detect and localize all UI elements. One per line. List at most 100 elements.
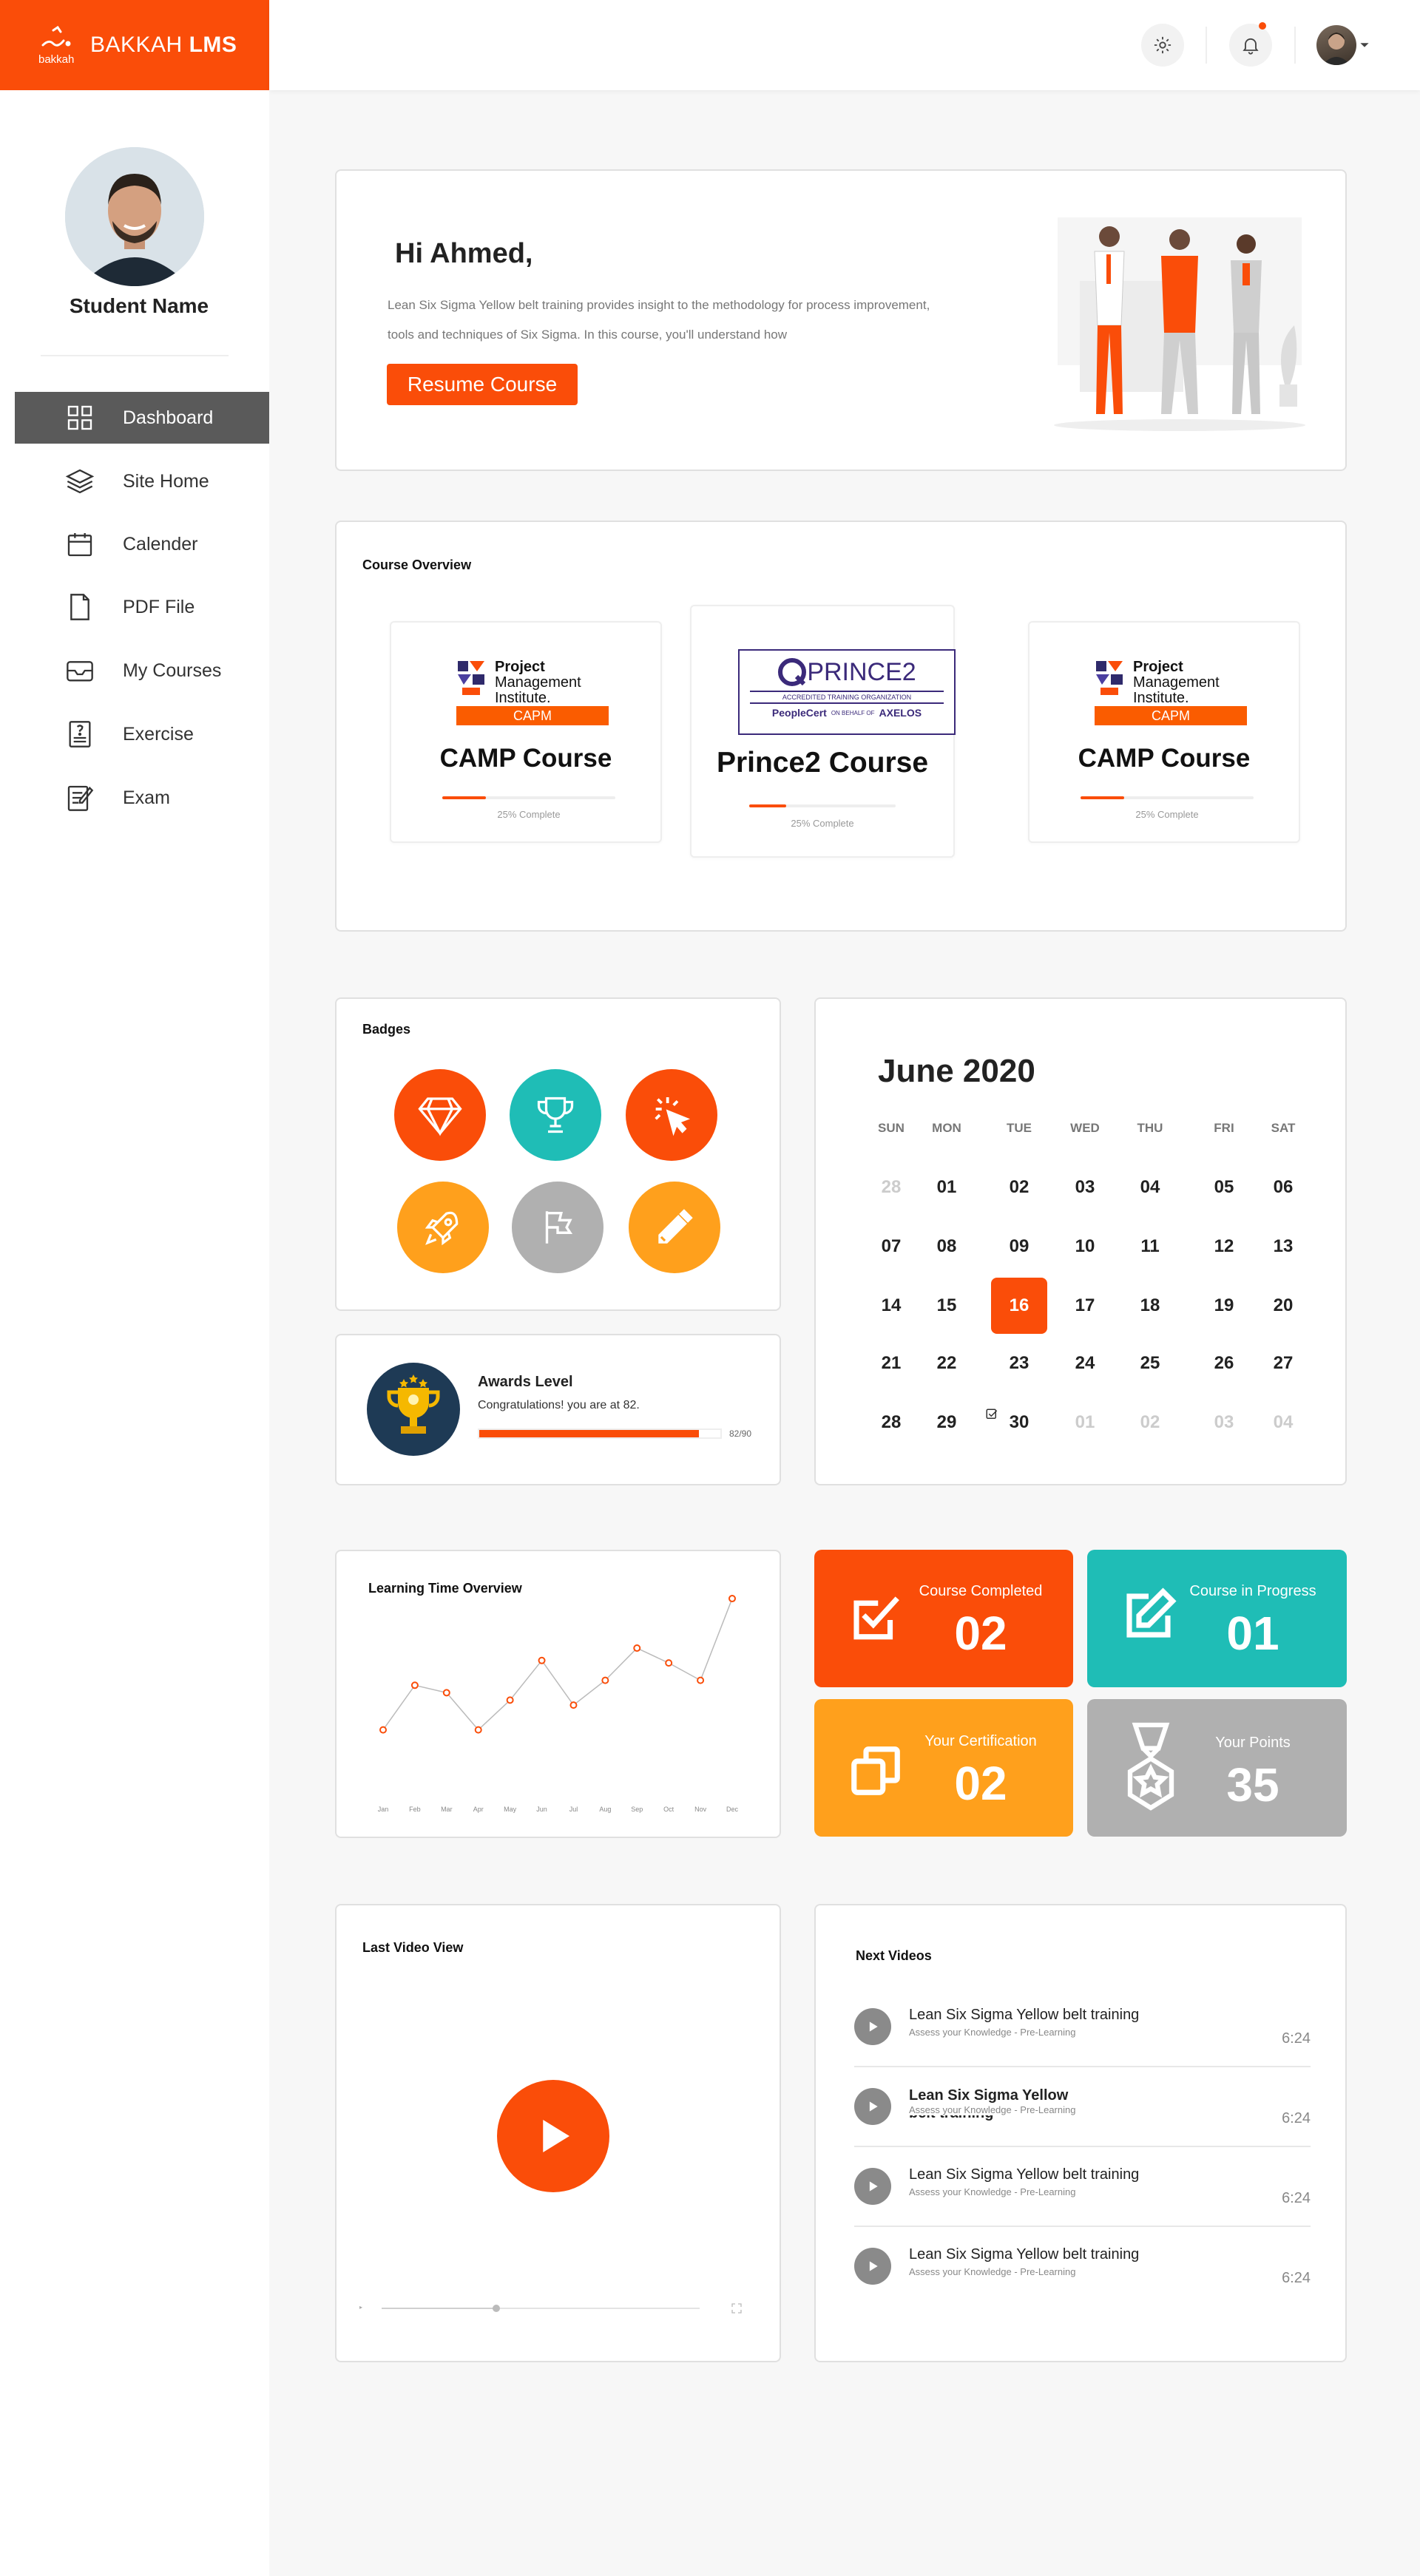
next-video-item[interactable]: Lean Six Sigma Yellow belt training Asse… xyxy=(854,2242,1311,2307)
header-divider xyxy=(1294,27,1296,64)
calendar-day[interactable]: 07 xyxy=(862,1218,921,1275)
chart-point[interactable] xyxy=(665,1659,673,1667)
calendar-day[interactable]: 12 xyxy=(1194,1218,1254,1275)
user-avatar xyxy=(1316,25,1356,65)
chart-point[interactable] xyxy=(569,1701,578,1709)
calendar-day[interactable]: 01 xyxy=(1055,1394,1115,1451)
calendar-day[interactable]: 06 xyxy=(1254,1159,1313,1216)
calendar-day[interactable]: 19 xyxy=(1194,1278,1254,1334)
resume-course-button[interactable]: Resume Course xyxy=(387,364,578,405)
next-video-item[interactable]: Lean Six Sigma Yellow belt training Asse… xyxy=(854,2162,1311,2227)
course-progress-bar xyxy=(749,804,896,807)
fullscreen-icon[interactable] xyxy=(731,2302,743,2314)
calendar-day[interactable]: 24 xyxy=(1055,1335,1115,1392)
stat-your-points[interactable]: Your Points 35 xyxy=(1087,1699,1347,1837)
calendar-day[interactable]: 14 xyxy=(862,1278,921,1334)
chart-point[interactable] xyxy=(506,1696,514,1704)
calendar-day[interactable]: 08 xyxy=(917,1218,976,1275)
chart-point[interactable] xyxy=(410,1681,419,1689)
calendar-day[interactable]: 21 xyxy=(862,1335,921,1392)
calendar-day[interactable]: 30 xyxy=(990,1394,1049,1451)
sidebar-item-my-courses[interactable]: My Courses xyxy=(15,645,269,696)
sidebar-item-exercise[interactable]: Exercise xyxy=(15,708,269,760)
badge-pencil[interactable] xyxy=(629,1182,720,1273)
settings-button[interactable] xyxy=(1141,24,1184,67)
calendar-day[interactable]: 11 xyxy=(1120,1218,1180,1275)
course-name: CAMP Course xyxy=(1078,744,1251,773)
calendar-day[interactable]: 04 xyxy=(1254,1394,1313,1451)
calendar-day[interactable]: 15 xyxy=(917,1278,976,1334)
calendar-day-of-week: SAT xyxy=(1271,1121,1296,1135)
play-small-button[interactable] xyxy=(854,2168,891,2205)
chart-point[interactable] xyxy=(379,1726,387,1734)
badge-trophy[interactable] xyxy=(510,1069,601,1161)
calendar-day[interactable]: 03 xyxy=(1055,1159,1115,1216)
badge-flag[interactable] xyxy=(512,1182,604,1273)
stat-your-certification[interactable]: Your Certification 02 xyxy=(814,1699,1073,1837)
medal-icon xyxy=(1127,1722,1174,1811)
next-video-item[interactable]: Lean Six Sigma Yellow belt training Asse… xyxy=(854,2082,1311,2147)
calendar-day[interactable]: 23 xyxy=(990,1335,1049,1392)
sidebar-item-pdf-file[interactable]: PDF File xyxy=(15,581,269,633)
notification-button[interactable] xyxy=(1229,24,1272,67)
play-small-button[interactable] xyxy=(854,2248,891,2285)
next-video-item[interactable]: Lean Six Sigma Yellow belt training Asse… xyxy=(854,2002,1311,2067)
play-button[interactable] xyxy=(497,2080,609,2192)
sidebar-item-dashboard[interactable]: Dashboard xyxy=(15,392,269,444)
gear-icon xyxy=(1154,36,1172,54)
course-progress-label: 25% Complete xyxy=(791,818,854,829)
inbox-icon xyxy=(67,661,93,682)
calendar-day[interactable]: 05 xyxy=(1194,1159,1254,1216)
calendar-day[interactable]: 17 xyxy=(1055,1278,1115,1334)
calendar-day[interactable]: 26 xyxy=(1194,1335,1254,1392)
exercise-icon xyxy=(69,721,91,748)
calendar-day-today[interactable]: 16 xyxy=(990,1278,1049,1334)
calendar-day[interactable]: 28 xyxy=(862,1394,921,1451)
video-seek-knob[interactable] xyxy=(492,2305,500,2312)
chart-point[interactable] xyxy=(538,1656,546,1664)
calendar-day[interactable]: 25 xyxy=(1120,1335,1180,1392)
stat-course-completed[interactable]: Course Completed 02 xyxy=(814,1550,1073,1687)
calendar-day[interactable]: 04 xyxy=(1120,1159,1180,1216)
course-progress-bar xyxy=(442,796,615,799)
sidebar-item-site-home[interactable]: Site Home xyxy=(15,455,269,507)
sidebar-item-calender[interactable]: Calender xyxy=(15,518,269,570)
calendar-day[interactable]: 02 xyxy=(990,1159,1049,1216)
chart-line-segment xyxy=(700,1598,733,1681)
calendar-title: June 2020 xyxy=(878,1053,1035,1089)
stat-course-in-progress[interactable]: Course in Progress 01 xyxy=(1087,1550,1347,1687)
calendar-day[interactable]: 28 xyxy=(862,1159,921,1216)
calendar-day[interactable]: 13 xyxy=(1254,1218,1313,1275)
brand-logo[interactable]: bakkah BAKKAH LMS xyxy=(0,0,269,90)
calendar-day[interactable]: 01 xyxy=(917,1159,976,1216)
chart-point[interactable] xyxy=(697,1676,705,1684)
badge-rocket[interactable] xyxy=(397,1182,489,1273)
calendar-day[interactable]: 20 xyxy=(1254,1278,1313,1334)
calendar-day[interactable]: 27 xyxy=(1254,1335,1313,1392)
calendar-day[interactable]: 02 xyxy=(1120,1394,1180,1451)
play-small-button[interactable] xyxy=(854,2088,891,2125)
calendar-day[interactable]: 09 xyxy=(990,1218,1049,1275)
video-seek-bar[interactable] xyxy=(382,2305,700,2312)
calendar-day[interactable]: 03 xyxy=(1194,1394,1254,1451)
calendar-day[interactable]: 10 xyxy=(1055,1218,1115,1275)
peoplecert-text: PeopleCert xyxy=(771,707,827,719)
learning-time-chart: Jan Feb Mar Apr May Jun Jul Aug Sep Oct Nov Dec xyxy=(378,1595,738,1813)
calendar-day[interactable]: 22 xyxy=(917,1335,976,1392)
video-seek-fill xyxy=(382,2308,496,2309)
stat-value: 02 xyxy=(954,1757,1007,1810)
play-small-button[interactable] xyxy=(854,2008,891,2045)
chart-point[interactable] xyxy=(474,1726,482,1734)
chart-point[interactable] xyxy=(728,1595,736,1603)
user-menu[interactable] xyxy=(1316,25,1370,65)
chart-point[interactable] xyxy=(601,1676,609,1684)
chart-line-segment xyxy=(510,1660,543,1701)
calendar-day[interactable]: 18 xyxy=(1120,1278,1180,1334)
calendar-day[interactable]: 29 xyxy=(917,1394,976,1451)
chart-point[interactable] xyxy=(633,1644,641,1653)
sidebar-item-exam[interactable]: Exam xyxy=(15,772,269,824)
calendar-icon xyxy=(67,533,92,557)
badge-diamond[interactable] xyxy=(394,1069,486,1161)
chart-point[interactable] xyxy=(442,1689,450,1697)
badge-cursor[interactable] xyxy=(626,1069,717,1161)
